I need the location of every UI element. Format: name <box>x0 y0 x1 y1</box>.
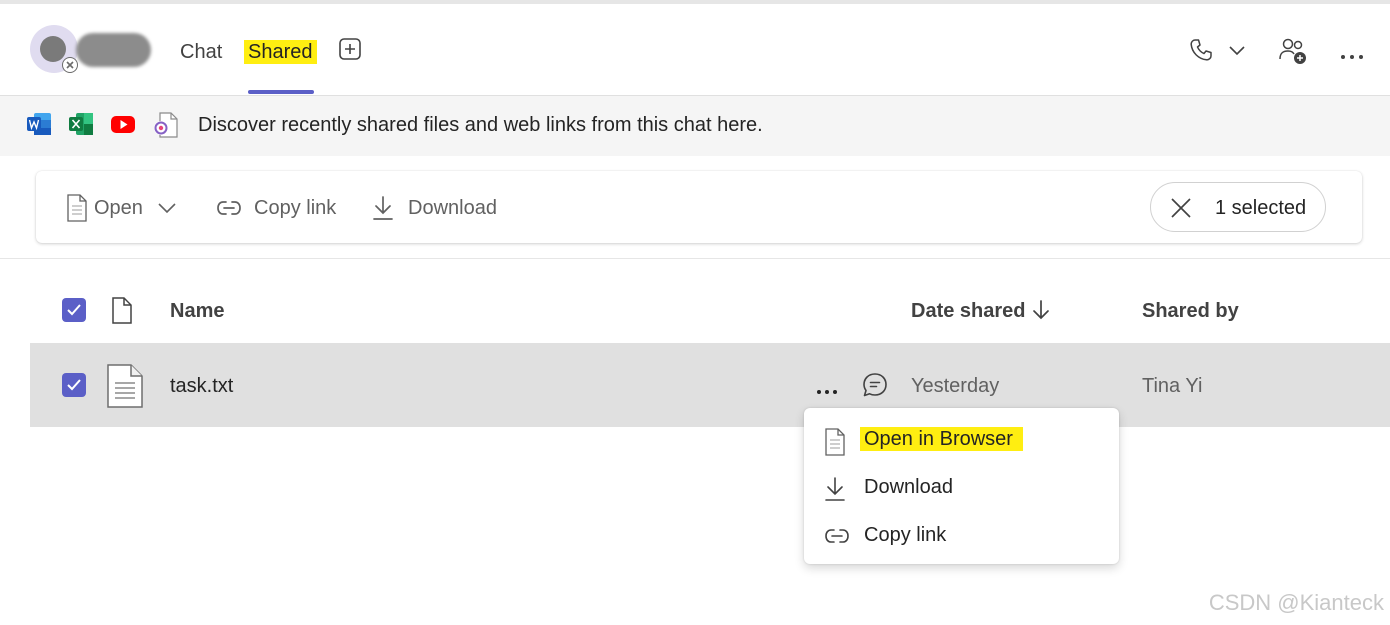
menu-item-label: Download <box>864 476 953 498</box>
presence-offline-icon <box>62 57 78 73</box>
select-all-checkbox[interactable] <box>62 298 86 322</box>
copy-link-label: Copy link <box>254 196 337 219</box>
add-people-icon[interactable] <box>1278 36 1308 71</box>
download-icon <box>373 196 393 220</box>
menu-item-label: Copy link <box>864 524 947 546</box>
chat-header: Chat Shared <box>0 4 1390 96</box>
more-options-icon[interactable] <box>1340 47 1364 65</box>
chevron-down-icon <box>158 203 176 214</box>
link-icon <box>217 201 241 215</box>
tab-shared-label: Shared <box>244 40 317 64</box>
table-row[interactable]: task.txt Yesterday Tina Yi <box>30 343 1390 427</box>
avatar-head <box>40 36 66 62</box>
divider <box>0 258 1390 259</box>
chevron-down-icon[interactable] <box>1228 44 1246 62</box>
column-header-shared-by[interactable]: Shared by <box>1142 298 1239 324</box>
menu-item-open-in-browser[interactable]: Open in Browser <box>804 416 1119 464</box>
open-button-label: Open <box>94 196 143 219</box>
document-icon <box>825 428 845 456</box>
watermark: CSDN @Kianteck <box>1208 590 1384 615</box>
file-context-menu: Open in Browser Download Copy link <box>804 408 1119 564</box>
copy-link-button[interactable]: Copy link <box>216 193 336 223</box>
avatar[interactable] <box>30 25 78 73</box>
text-file-icon <box>106 363 144 414</box>
shared-banner: Discover recently shared files and web l… <box>0 96 1390 156</box>
column-header-name[interactable]: Name <box>170 298 224 324</box>
menu-item-copy-link[interactable]: Copy link <box>804 512 1119 560</box>
sort-descending-icon[interactable] <box>1031 299 1051 326</box>
download-icon <box>825 477 845 501</box>
selection-toolbar: Open Copy link Download 1 selected <box>36 171 1362 243</box>
contact-name-redacted <box>76 33 151 67</box>
file-name[interactable]: task.txt <box>170 373 233 399</box>
row-checkbox[interactable] <box>62 373 86 397</box>
close-icon <box>1171 198 1191 218</box>
tab-chat[interactable]: Chat <box>180 38 222 66</box>
clear-selection-button[interactable]: 1 selected <box>1150 182 1326 232</box>
column-header-date-shared[interactable]: Date shared <box>911 298 1026 324</box>
shared-by-value: Tina Yi <box>1142 375 1203 397</box>
call-icon[interactable] <box>1188 37 1214 68</box>
date-shared-value: Yesterday <box>911 375 1000 397</box>
download-label: Download <box>408 196 497 219</box>
selected-count: 1 selected <box>1215 197 1307 219</box>
download-button[interactable]: Download <box>372 193 497 223</box>
tab-shared[interactable]: Shared <box>244 38 317 66</box>
document-icon <box>67 194 87 222</box>
excel-icon <box>68 111 94 137</box>
banner-message: Discover recently shared files and web l… <box>198 114 763 136</box>
file-type-column-icon <box>111 297 133 330</box>
menu-item-download[interactable]: Download <box>804 464 1119 512</box>
menu-item-label: Open in Browser <box>860 427 1023 451</box>
word-icon <box>26 111 52 137</box>
more-options-icon[interactable] <box>816 382 838 400</box>
active-tab-indicator <box>248 90 314 94</box>
open-button[interactable]: Open <box>66 193 177 223</box>
chat-bubble-icon[interactable] <box>861 371 889 404</box>
add-tab-icon[interactable] <box>338 37 362 61</box>
youtube-icon <box>110 111 136 137</box>
loop-file-icon <box>152 111 178 138</box>
link-icon <box>825 529 849 543</box>
